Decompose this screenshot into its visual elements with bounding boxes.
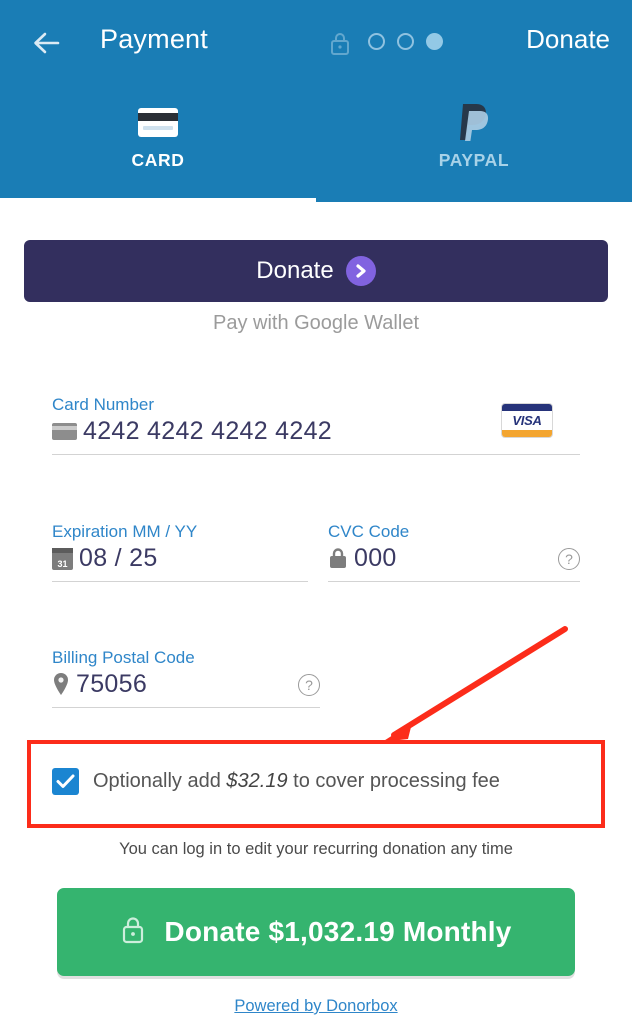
- back-arrow-icon[interactable]: [28, 25, 70, 61]
- processing-fee-checkbox[interactable]: [52, 768, 79, 795]
- processing-fee-text-after: to cover processing fee: [287, 770, 500, 792]
- progress-dot-1: [368, 33, 385, 50]
- card-number-field[interactable]: Card Number 4242 4242 4242 4242 VISA: [52, 395, 580, 455]
- cvc-value: 000: [354, 544, 397, 572]
- card-number-value: 4242 4242 4242 4242: [83, 417, 332, 445]
- progress-dot-2: [397, 33, 414, 50]
- cvc-label: CVC Code: [328, 522, 410, 541]
- lock-icon: [120, 915, 146, 950]
- app-header: Payment Donate CARD PAYPAL: [0, 0, 632, 202]
- processing-fee-row[interactable]: Optionally add $32.19 to cover processin…: [52, 768, 500, 795]
- page-title: Payment: [100, 24, 208, 54]
- processing-fee-text-before: Optionally add: [93, 770, 227, 792]
- submit-donation-button[interactable]: Donate $1,032.19 Monthly: [57, 888, 575, 976]
- help-circle-icon[interactable]: ?: [298, 673, 320, 696]
- billing-postal-code-value: 75056: [76, 670, 148, 698]
- payment-method-tabs: CARD PAYPAL: [0, 88, 632, 202]
- visa-brand-icon: VISA: [501, 403, 553, 438]
- help-circle-icon[interactable]: ?: [558, 547, 580, 570]
- expiration-value: 08 / 25: [79, 544, 158, 572]
- billing-postal-code-label: Billing Postal Code: [52, 648, 195, 667]
- map-pin-icon: [52, 672, 70, 697]
- tab-card[interactable]: CARD: [0, 88, 316, 202]
- credit-card-icon: [138, 100, 178, 144]
- red-arrow-annotation: [350, 615, 600, 765]
- paypal-icon: [457, 100, 491, 144]
- expiration-field[interactable]: Expiration MM / YY 31 08 / 25: [52, 522, 308, 582]
- checkmark-icon: [56, 774, 75, 788]
- tab-card-label: CARD: [131, 150, 185, 170]
- active-tab-indicator: [0, 198, 316, 202]
- processing-fee-label: Optionally add $32.19 to cover processin…: [93, 770, 500, 793]
- header-bar: Payment Donate: [0, 0, 632, 85]
- visa-brand-label: VISA: [512, 413, 542, 428]
- progress-dot-3: [426, 33, 443, 50]
- expiration-label: Expiration MM / YY: [52, 522, 198, 541]
- cvc-field[interactable]: CVC Code 000 ?: [328, 522, 580, 582]
- credit-card-icon: [52, 423, 77, 440]
- payment-screen: Payment Donate CARD PAYPAL Donate Pay wi…: [0, 0, 632, 1024]
- progress-dots: [368, 33, 443, 50]
- submit-donation-label: Donate $1,032.19 Monthly: [164, 916, 512, 947]
- billing-postal-code-field[interactable]: Billing Postal Code 75056 ?: [52, 648, 320, 708]
- tab-paypal[interactable]: PAYPAL: [316, 88, 632, 202]
- donate-header-link[interactable]: Donate: [526, 24, 610, 55]
- calendar-day: 31: [57, 558, 68, 569]
- calendar-icon: 31: [52, 547, 73, 570]
- google-wallet-subtitle: Pay with Google Wallet: [212, 312, 419, 334]
- lock-icon: [328, 547, 348, 570]
- recurring-donation-note: You can log in to edit your recurring do…: [119, 840, 513, 858]
- google-wallet-donate-button[interactable]: Donate: [24, 240, 608, 302]
- google-wallet-donate-label: Donate: [256, 257, 334, 284]
- donorbox-chevron-icon: [345, 256, 376, 286]
- powered-by-donorbox-link[interactable]: Powered by Donorbox: [0, 997, 632, 1016]
- lock-icon: [328, 30, 352, 56]
- tab-paypal-label: PAYPAL: [438, 150, 510, 170]
- processing-fee-amount: $32.19: [226, 770, 288, 792]
